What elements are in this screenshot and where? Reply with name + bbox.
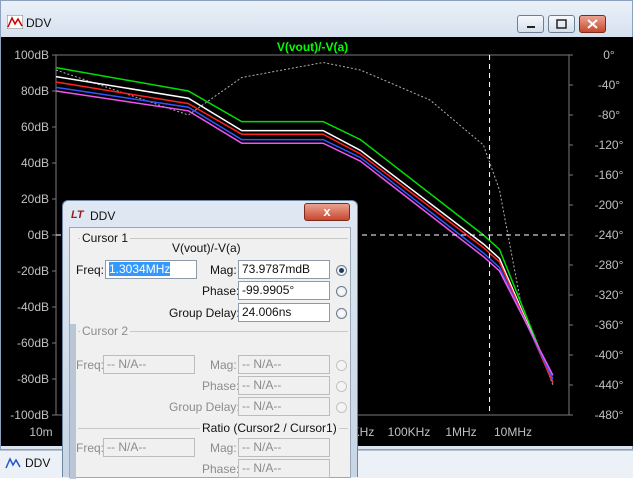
dialog-close-button[interactable]: x xyxy=(304,203,350,221)
cursor-dialog[interactable]: LT DDV x Cursor 1 V(vout)/-V(a) Freq: 1.… xyxy=(62,200,358,479)
y-left-tick-label: -60dB xyxy=(17,336,49,350)
y-right-tick-label: -440° xyxy=(595,378,624,392)
maximize-button[interactable] xyxy=(548,15,575,33)
y-left-tick-label: 80dB xyxy=(21,84,49,98)
y-left-tick-label: 100dB xyxy=(14,48,49,62)
x-tick-label: 1MHz xyxy=(445,425,476,439)
cursor1-expression: V(vout)/-V(a) xyxy=(172,241,241,255)
status-label: DDV xyxy=(25,456,51,470)
x-tick-label: 100KHz xyxy=(388,425,431,439)
cursor2-freq-label: Freq: xyxy=(76,358,105,372)
ratio-phase-label: Phase: xyxy=(202,462,240,476)
close-icon xyxy=(587,19,598,29)
x-tick-label: 10MHz xyxy=(494,425,532,439)
cursor2-label: Cursor 2 xyxy=(80,324,131,338)
cursor2-mag-radio[interactable] xyxy=(336,360,347,371)
ratio-label: Ratio (Cursor2 / Cursor1) xyxy=(200,421,339,435)
cursor2-phase-label: Phase: xyxy=(202,379,240,393)
plot-title: V(vout)/-V(a) xyxy=(277,40,348,54)
window-title: DDV xyxy=(26,16,52,30)
y-left-tick-label: -20dB xyxy=(17,264,49,278)
cursor1-group-delay-field[interactable]: 24.006ns xyxy=(238,303,330,322)
y-left-tick-label: 60dB xyxy=(21,120,49,134)
cursor2-group-delay-radio[interactable] xyxy=(336,402,347,413)
waveform-icon xyxy=(7,15,23,29)
cursor1-freq-label: Freq: xyxy=(76,263,105,277)
close-button[interactable] xyxy=(579,15,606,33)
maximize-icon xyxy=(556,19,567,29)
dialog-body: Cursor 1 V(vout)/-V(a) Freq: 1.3034MHz M… xyxy=(69,227,351,479)
ratio-mag-label: Mag: xyxy=(210,441,237,455)
cursor1-mag-field[interactable]: 73.9787mdB xyxy=(238,260,330,279)
close-icon: x xyxy=(323,204,331,219)
y-right-tick-label: -40° xyxy=(598,78,620,92)
dialog-title: DDV xyxy=(90,209,116,223)
cursor2-mag-label: Mag: xyxy=(210,358,237,372)
ratio-group xyxy=(78,428,348,488)
cursor1-group-delay-radio[interactable] xyxy=(336,308,347,319)
cursor1-phase-field[interactable]: -99.9905° xyxy=(238,281,330,300)
cursor2-mag-field[interactable]: -- N/A-- xyxy=(238,355,330,374)
cursor2-phase-radio[interactable] xyxy=(336,381,347,392)
y-right-tick-label: -200° xyxy=(595,198,624,212)
y-right-tick-label: 0° xyxy=(603,48,615,62)
ltspice-logo: LT xyxy=(71,209,84,221)
y-left-tick-label: 0dB xyxy=(28,228,49,242)
cursor2-group-delay-field[interactable]: -- N/A-- xyxy=(238,397,330,416)
cursor1-freq-value: 1.3034MHz xyxy=(109,262,171,276)
y-right-tick-label: -400° xyxy=(595,348,624,362)
ratio-freq-field[interactable]: -- N/A-- xyxy=(103,438,195,457)
x-tick-label: 10m xyxy=(29,425,52,439)
cursor2-freq-field[interactable]: -- N/A-- xyxy=(103,355,195,374)
y-right-tick-label: -320° xyxy=(595,288,624,302)
y-right-tick-label: -280° xyxy=(595,258,624,272)
y-right-tick-label: -480° xyxy=(595,408,624,422)
y-right-tick-label: -160° xyxy=(595,168,624,182)
ratio-phase-field[interactable]: -- N/A-- xyxy=(238,459,330,478)
y-left-tick-label: -100dB xyxy=(10,408,49,422)
cursor2-phase-field[interactable]: -- N/A-- xyxy=(238,376,330,395)
cursor1-mag-label: Mag: xyxy=(210,263,237,277)
cursor1-label: Cursor 1 xyxy=(80,231,131,245)
y-right-tick-label: -120° xyxy=(595,138,624,152)
dialog-scrollbar[interactable] xyxy=(70,324,76,479)
minimize-button[interactable] xyxy=(517,15,544,33)
cursor1-phase-label: Phase: xyxy=(202,284,240,298)
y-left-tick-label: -80dB xyxy=(17,372,49,386)
y-right-tick-label: -240° xyxy=(595,228,624,242)
cursor1-phase-radio[interactable] xyxy=(336,286,347,297)
ratio-freq-label: Freq: xyxy=(76,441,105,455)
y-right-tick-label: -80° xyxy=(598,108,620,122)
ratio-mag-field[interactable]: -- N/A-- xyxy=(238,438,330,457)
y-right-tick-label: -360° xyxy=(595,318,624,332)
cursor1-mag-radio[interactable] xyxy=(336,265,347,276)
cursor1-freq-field[interactable]: 1.3034MHz xyxy=(105,260,197,279)
y-left-tick-label: -40dB xyxy=(17,300,49,314)
waveform-icon xyxy=(5,457,21,469)
cursor1-group-delay-label: Group Delay: xyxy=(169,306,240,320)
y-left-tick-label: 20dB xyxy=(21,192,49,206)
y-left-tick-label: 40dB xyxy=(21,156,49,170)
cursor2-group-delay-label: Group Delay: xyxy=(169,400,240,414)
minimize-icon xyxy=(527,26,535,28)
